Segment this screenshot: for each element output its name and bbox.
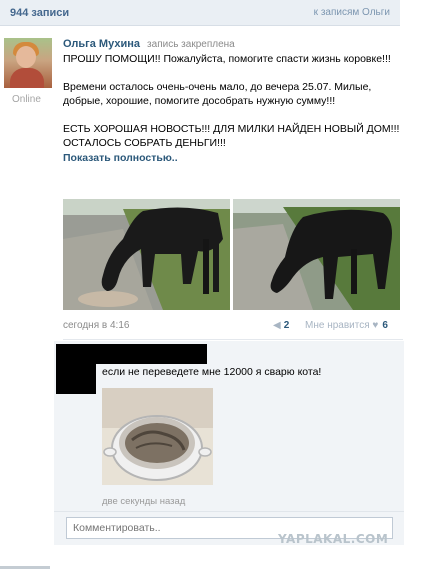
post-author[interactable]: Ольга Мухина	[63, 38, 140, 50]
show-more-link[interactable]: Показать полностью..	[63, 152, 403, 164]
post-meta: сегодня в 4:16 ◀ 2 Мне нравится ♥ 6	[63, 320, 397, 334]
like-button[interactable]: Мне нравится ♥ 6	[305, 320, 388, 331]
avatar-face	[16, 46, 36, 68]
wall-header: 944 записи к записям Ольги	[0, 0, 400, 26]
like-count: 6	[382, 320, 388, 331]
repost-count: 2	[283, 320, 290, 331]
repost-button[interactable]: ◀ 2	[273, 320, 289, 331]
post-date[interactable]: сегодня в 4:16	[63, 320, 129, 331]
censored-avatar	[56, 344, 96, 394]
megaphone-icon: ◀	[273, 320, 281, 331]
wall-post: Ольга Мухина запись закреплена ПРОШУ ПОМ…	[63, 38, 403, 164]
avatar[interactable]	[4, 38, 52, 88]
pinned-label: запись закреплена	[147, 39, 235, 50]
to-user-posts-link[interactable]: к записям Ольги	[314, 7, 390, 18]
posts-count: 944 записи	[10, 6, 70, 19]
avatar-body	[10, 68, 44, 88]
divider	[63, 339, 403, 340]
comment-time[interactable]: две секунды назад	[102, 496, 185, 507]
site-watermark: YAPLAKAL.COM	[278, 532, 389, 546]
post-photo-cow-1[interactable]	[63, 199, 230, 310]
like-label: Мне нравится	[305, 320, 370, 331]
comment-photo-cat[interactable]	[102, 388, 213, 485]
heart-icon: ♥	[372, 320, 379, 331]
post-text: ПРОШУ ПОМОЩИ!! Пожалуйста, помогите спас…	[63, 53, 400, 149]
censored-name	[96, 344, 207, 364]
comment-text: если не переведете мне 12000 я сварю кот…	[102, 366, 322, 378]
post-photo-cow-2[interactable]	[233, 199, 400, 310]
online-status: Online	[12, 94, 41, 105]
